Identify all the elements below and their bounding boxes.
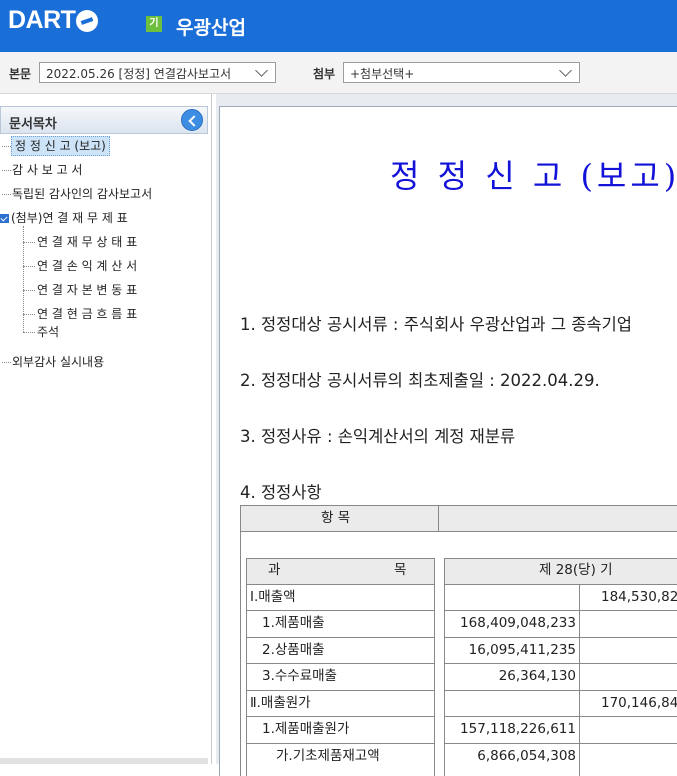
logo-mark-icon <box>76 9 99 32</box>
table-row-left-value: 26,364,130 <box>498 668 576 684</box>
table-row-left-value: 168,409,048,233 <box>460 615 576 631</box>
toc-item-notes[interactable]: 주석 <box>37 322 59 342</box>
toc-item-equity-changes[interactable]: 연 결 자 본 변 동 표 <box>37 280 137 300</box>
table-row-label: 1.제품매출원가 <box>262 721 350 737</box>
paragraph-first-filing-date: 2. 정정대상 공시서류의 최초제출일 : 2022.04.29. <box>240 371 600 390</box>
document-frame: 정 정 신 고 (보고) 1. 정정대상 공시서류 : 주식회사 우광산업과 그… <box>216 94 677 776</box>
paragraph-correction-items: 4. 정정사항 <box>240 483 322 502</box>
attachment-select[interactable]: +첨부선택+ <box>343 62 580 83</box>
toc-item-correction-report[interactable]: 정 정 신 고 (보고) <box>11 136 110 156</box>
paragraph-target-docs: 1. 정정대상 공시서류 : 주식회사 우광산업과 그 종속기업 <box>240 315 632 334</box>
main-doc-label: 본문 <box>9 67 32 81</box>
logo-text: DART <box>8 6 76 34</box>
toc-item-consolidated-fs[interactable]: (첨부)연 결 재 무 제 표 <box>11 208 128 228</box>
table-col-subject-b: 목 <box>394 562 407 578</box>
attachment-select-value: +첨부선택+ <box>350 67 415 81</box>
table-row-label: 1.제품매출 <box>262 615 325 631</box>
table-col-period: 제 28(당) 기 <box>539 562 613 578</box>
expand-node-icon[interactable] <box>0 214 9 223</box>
table-row-label: Ⅱ.매출원가 <box>250 695 311 711</box>
table-row-label: 3.수수료매출 <box>262 668 337 684</box>
toc-title: 문서목차 <box>9 117 57 132</box>
table-col-subject-a: 과 <box>268 562 281 578</box>
toc-item-independent-auditor-report[interactable]: 독립된 감사인의 감사보고서 <box>12 184 152 204</box>
toc-item-income-statement[interactable]: 연 결 손 익 계 산 서 <box>37 256 137 276</box>
document-toolbar: 본문 2022.05.26 [정정] 연결감사보고서 첨부 +첨부선택+ <box>0 52 677 94</box>
document-page: 정 정 신 고 (보고) 1. 정정대상 공시서류 : 주식회사 우광산업과 그… <box>219 106 677 776</box>
document-title: 정 정 신 고 (보고) <box>390 157 677 195</box>
paragraph-correction-reason: 3. 정정사유 : 손익계산서의 계정 재분류 <box>240 427 516 446</box>
toc-item-external-audit[interactable]: 외부감사 실시내용 <box>12 352 104 372</box>
toc-item-cash-flows[interactable]: 연 결 현 금 흐 름 표 <box>37 304 137 324</box>
table-row-label: Ⅰ.매출액 <box>250 589 296 605</box>
top-header: DART 기 우광산업 <box>0 0 677 52</box>
corp-class-badge: 기 <box>146 16 162 32</box>
table-row-left-value: 6,866,054,308 <box>477 748 576 764</box>
toc-item-financial-position[interactable]: 연 결 재 무 상 태 표 <box>37 232 137 252</box>
sidebar-scrollbar[interactable] <box>0 758 208 764</box>
table-row-left-value: 16,095,411,235 <box>468 642 576 658</box>
table-row-label: 가.기초제품재고액 <box>276 748 380 764</box>
table-header-item: 항 목 <box>321 510 351 526</box>
toc-header: 문서목차 <box>0 106 208 134</box>
attachment-label: 첨부 <box>313 67 336 81</box>
table-row-right-value: 184,530,823 <box>601 589 677 605</box>
chevron-down-icon <box>559 64 573 78</box>
main-doc-select-value: 2022.05.26 [정정] 연결감사보고서 <box>46 67 232 81</box>
company-name: 우광산업 <box>176 17 246 39</box>
correction-table: 항 목 과 목 제 28(당) 기 Ⅰ.매출액 184,530,8 1.제품매출… <box>240 505 677 776</box>
table-row-label: 2.상품매출 <box>262 642 325 658</box>
toc-item-audit-report[interactable]: 감 사 보 고 서 <box>12 160 82 180</box>
toc-sidebar: 문서목차 정 정 신 고 (보고) 감 사 보 고 서 독립된 감사인의 감사보… <box>0 94 212 764</box>
collapse-sidebar-button[interactable] <box>181 109 203 131</box>
chevron-down-icon <box>255 64 269 78</box>
main-doc-select[interactable]: 2022.05.26 [정정] 연결감사보고서 <box>39 62 276 83</box>
table-row-right-value: 170,146,847 <box>601 695 677 711</box>
dart-logo[interactable]: DART <box>8 6 99 35</box>
table-row-left-value: 157,118,226,611 <box>460 721 576 737</box>
